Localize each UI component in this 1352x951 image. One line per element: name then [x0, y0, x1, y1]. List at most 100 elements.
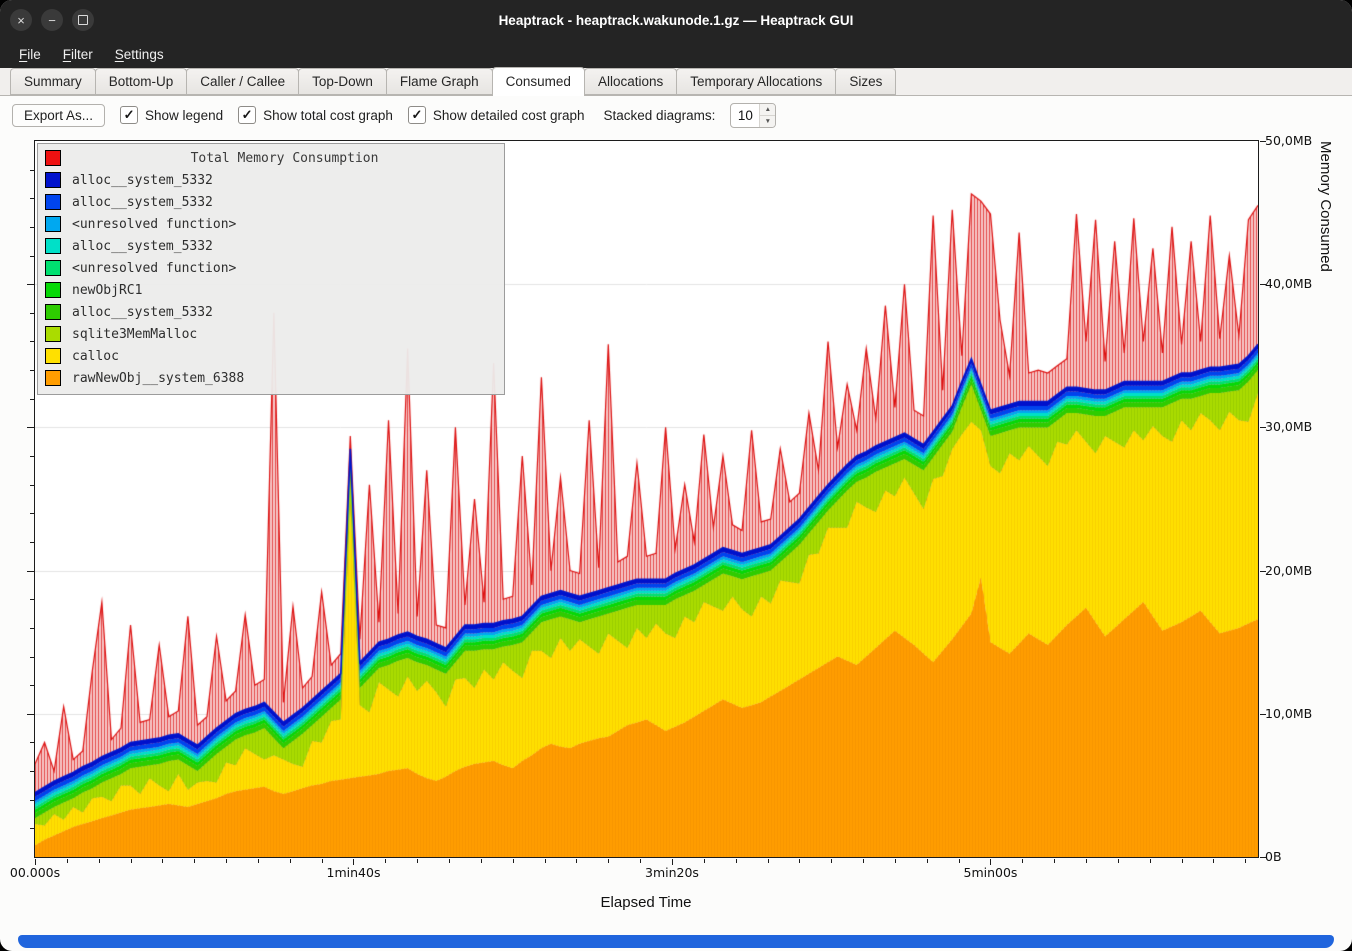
legend-swatch [45, 326, 61, 342]
legend-item: newObjRC1 [42, 279, 500, 301]
x-tick-label: 5min00s [963, 865, 1017, 880]
axis-tick [1022, 859, 1023, 863]
tab-bottom-up[interactable]: Bottom-Up [95, 68, 188, 95]
tab-temporary-allocations[interactable]: Temporary Allocations [676, 68, 836, 95]
axis-tick [30, 513, 34, 514]
x-tick-label: 1min40s [327, 865, 381, 880]
legend-label: alloc__system_5332 [72, 239, 213, 254]
tab-summary[interactable]: Summary [10, 68, 96, 95]
axis-tick [1260, 571, 1266, 572]
axis-tick [258, 859, 259, 863]
maximize-icon [78, 15, 88, 25]
legend-title-swatch [45, 150, 61, 166]
axis-tick [799, 859, 800, 863]
y-tick-label: 0B [1265, 849, 1282, 864]
axis-tick [481, 859, 482, 863]
axis-tick [30, 399, 34, 400]
legend-label: rawNewObj__system_6388 [72, 371, 244, 386]
legend-title-row: Total Memory Consumption [42, 147, 500, 169]
axis-tick [895, 859, 896, 863]
axis-tick [990, 859, 991, 865]
minimize-button[interactable]: − [41, 9, 63, 31]
axis-tick [35, 859, 36, 865]
axis-tick [27, 571, 34, 572]
axis-tick [67, 859, 68, 863]
tab-allocations[interactable]: Allocations [584, 68, 677, 95]
legend-label: <unresolved function> [72, 261, 236, 276]
axis-tick [30, 771, 34, 772]
minimize-icon: − [48, 13, 56, 28]
axis-tick [513, 859, 514, 863]
bottom-blue-bar [18, 935, 1334, 948]
axis-tick [736, 859, 737, 863]
axis-tick [27, 427, 34, 428]
axis-tick [162, 859, 163, 863]
legend-title: Total Memory Consumption [72, 151, 497, 166]
axis-tick [30, 657, 34, 658]
axis-tick [1213, 859, 1214, 863]
axis-tick [131, 859, 132, 863]
axis-tick [30, 628, 34, 629]
legend-label: <unresolved function> [72, 217, 236, 232]
tab-top-down[interactable]: Top-Down [298, 68, 387, 95]
axis-tick [30, 227, 34, 228]
axis-tick [30, 685, 34, 686]
legend-swatch [45, 348, 61, 364]
axis-tick [545, 859, 546, 863]
axis-tick [30, 313, 34, 314]
axis-tick [1086, 859, 1087, 863]
axis-tick [576, 859, 577, 863]
axis-tick [322, 859, 323, 863]
chart-legend: Total Memory Consumption alloc__system_5… [37, 143, 505, 395]
axis-tick [417, 859, 418, 863]
axis-tick [30, 828, 34, 829]
app-window: × − Heaptrack - heaptrack.wakunode.1.gz … [0, 0, 1352, 951]
axis-tick [385, 859, 386, 863]
legend-item: rawNewObj__system_6388 [42, 367, 500, 389]
axis-tick [353, 859, 354, 865]
axis-tick [1182, 859, 1183, 863]
axis-tick [194, 859, 195, 863]
x-axis-title: Elapsed Time [601, 894, 692, 911]
legend-swatch [45, 172, 61, 188]
axis-tick [30, 542, 34, 543]
axis-tick [1054, 859, 1055, 863]
tab-caller-callee[interactable]: Caller / Callee [186, 68, 299, 95]
axis-tick [1260, 857, 1266, 858]
legend-label: alloc__system_5332 [72, 305, 213, 320]
legend-swatch [45, 304, 61, 320]
legend-rows: alloc__system_5332 alloc__system_5332 <unr… [42, 169, 500, 389]
legend-item: alloc__system_5332 [42, 235, 500, 257]
axis-tick [863, 859, 864, 863]
axis-tick [640, 859, 641, 863]
legend-item: alloc__system_5332 [42, 191, 500, 213]
axis-tick [30, 599, 34, 600]
axis-tick [608, 859, 609, 863]
legend-label: calloc [72, 349, 119, 364]
y-tick-label: 10,0MB [1265, 706, 1312, 721]
axis-tick [30, 170, 34, 171]
axis-tick [30, 485, 34, 486]
axis-tick [27, 714, 34, 715]
axis-tick [30, 198, 34, 199]
y-axis-title: Memory Consumed [1317, 141, 1334, 857]
tab-flame-graph[interactable]: Flame Graph [386, 68, 493, 95]
axis-tick [449, 859, 450, 863]
tab-sizes[interactable]: Sizes [835, 68, 896, 95]
legend-swatch [45, 282, 61, 298]
maximize-button[interactable] [72, 9, 94, 31]
legend-label: alloc__system_5332 [72, 195, 213, 210]
legend-swatch [45, 370, 61, 386]
axis-tick [768, 859, 769, 863]
axis-tick [30, 341, 34, 342]
y-tick-label: 50,0MB [1265, 133, 1312, 148]
axis-tick [704, 859, 705, 863]
legend-item: alloc__system_5332 [42, 169, 500, 191]
close-icon: × [17, 13, 25, 28]
legend-item: <unresolved function> [42, 213, 500, 235]
axis-tick [1260, 141, 1266, 142]
y-tick-label: 30,0MB [1265, 419, 1312, 434]
tab-consumed[interactable]: Consumed [492, 67, 585, 96]
legend-label: sqlite3MemMalloc [72, 327, 197, 342]
close-button[interactable]: × [10, 9, 32, 31]
